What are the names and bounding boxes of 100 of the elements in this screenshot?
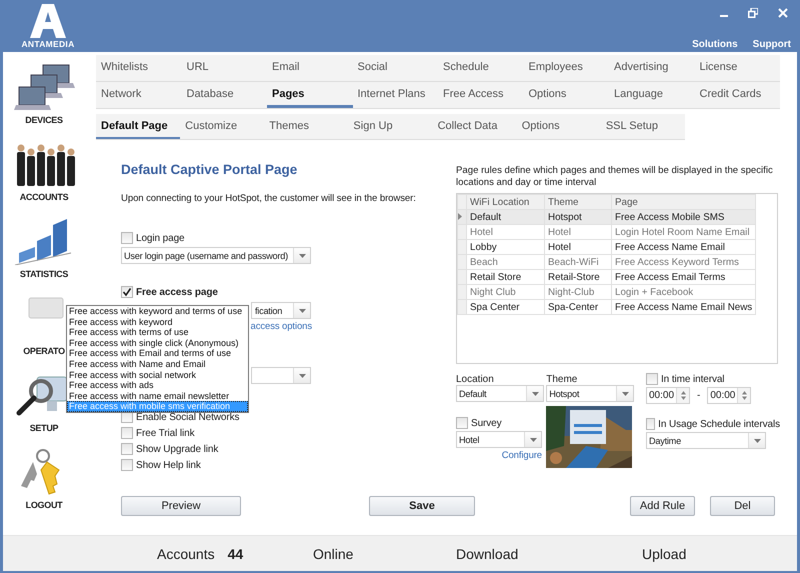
table-cell: Free Access Keyword Terms (612, 254, 756, 270)
spin-arrows-icon (742, 391, 747, 400)
configure-link[interactable]: Configure (502, 450, 542, 461)
usage-schedule-checkbox[interactable]: In Usage Schedule intervals (646, 417, 780, 431)
dropdown-option[interactable]: Free access with social network (67, 370, 248, 380)
row-pointer-icon (458, 212, 462, 220)
dropdown-option[interactable]: Free access with name email newsletter (67, 390, 248, 402)
survey-dropdown[interactable]: Hotel (456, 431, 542, 448)
time-field[interactable]: 00:00 (707, 387, 752, 404)
table-cell: Lobby (466, 240, 544, 254)
header-link[interactable]: Solutions (692, 39, 738, 50)
sub-tab[interactable]: Sign Up (348, 114, 433, 139)
theme-dropdown[interactable]: Hotspot (546, 385, 634, 402)
table-row[interactable]: Lobby Hotel Free Access Name Email (458, 240, 756, 254)
options-link[interactable]: access options (250, 320, 312, 332)
table-cell: Login Hotel Room Name Email (612, 224, 756, 240)
location-dropdown[interactable]: Default (456, 385, 544, 402)
login-page-checkbox[interactable]: Login page (121, 231, 456, 245)
caret-icon (298, 254, 306, 258)
tab[interactable]: License (694, 55, 780, 81)
table-row[interactable]: Default Hotspot Free Access Mobile SMS (458, 210, 756, 224)
caret-icon (754, 438, 760, 442)
caret-icon (622, 392, 629, 396)
tab[interactable]: Whitelists (96, 55, 182, 81)
restore-icon[interactable] (748, 8, 758, 18)
tab[interactable]: Employees (524, 55, 609, 81)
table-cell: Hotspot (544, 210, 612, 224)
caret-icon (530, 438, 536, 442)
option-checkbox[interactable]: Show Help link (121, 458, 456, 472)
add-rule-button[interactable]: Add Rule (630, 496, 695, 516)
table-cell: Spa Center (466, 300, 544, 314)
close-icon[interactable] (778, 8, 788, 18)
tab[interactable]: Pages (267, 82, 352, 108)
dropdown-option[interactable]: Free access with ads (67, 380, 248, 391)
delete-button[interactable]: Del (710, 496, 775, 516)
preview-button[interactable]: Preview (121, 496, 241, 516)
tab[interactable]: Email (267, 55, 352, 81)
option-checkbox[interactable]: Show Upgrade link (121, 442, 456, 456)
sidebar-item[interactable]: DEVICES (25, 115, 63, 125)
table-cell: Retail Store (466, 270, 544, 284)
table-row[interactable]: Hotel Hotel Login Hotel Room Name Email (458, 224, 756, 240)
logo-icon (30, 4, 66, 38)
caret-icon (532, 392, 538, 396)
tab[interactable]: Network (96, 82, 182, 108)
option-checkbox[interactable]: Free Trial link (121, 426, 456, 440)
sub-tab[interactable]: Themes (264, 114, 348, 139)
caret-icon (298, 308, 306, 312)
free-access-dropdown[interactable]: fication (251, 302, 311, 319)
sidebar-item[interactable]: LOGOUT (26, 500, 62, 510)
table-row[interactable]: Spa Center Spa-Center Free Access Name Email News (458, 300, 756, 314)
status-value: 44 (228, 546, 244, 562)
tab[interactable]: Free Access (438, 82, 524, 108)
tab[interactable]: Advertising (609, 55, 694, 81)
separator: - (697, 390, 700, 401)
tab[interactable]: Options (524, 82, 609, 108)
sidebar-item[interactable]: SETUP (30, 423, 58, 433)
save-button[interactable]: Save (369, 496, 475, 516)
spin-arrows-icon (680, 391, 686, 400)
schedule-dropdown[interactable]: Daytime (646, 432, 766, 449)
dropdown-option[interactable]: Free access with single click (Anonymous) (67, 338, 248, 348)
tab[interactable]: Schedule (438, 55, 524, 81)
sidebar-item[interactable]: OPERATO (23, 346, 65, 356)
column-header: Page (612, 194, 756, 210)
status-label: Upload (642, 546, 686, 562)
keys-icon (21, 449, 60, 495)
table-cell: Free Access Name Email (612, 240, 756, 254)
column-header: WiFi Location (466, 194, 544, 210)
dropdown-option[interactable]: Free access with terms of use (67, 327, 248, 338)
sub-tab[interactable]: Collect Data (432, 114, 517, 139)
dropdown-option[interactable]: Free access with Email and terms of use (67, 348, 248, 359)
tab[interactable]: Database (182, 82, 267, 108)
free-access-checkbox[interactable]: Free access page (121, 285, 456, 299)
tab[interactable]: Social (352, 55, 438, 81)
table-row[interactable]: Retail Store Retail-Store Free Access Email Terms (458, 270, 756, 284)
sub-tab[interactable]: Customize (180, 114, 264, 139)
section-title: Default Captive Portal Page (121, 162, 298, 177)
survey-checkbox[interactable]: Survey (456, 416, 546, 430)
table-cell: Spa-Center (544, 300, 612, 314)
time-interval-checkbox[interactable]: In time interval (646, 372, 780, 386)
login-page-dropdown[interactable]: User login page (username and password) (121, 247, 311, 264)
sub-tab[interactable]: Default Page (96, 114, 180, 139)
status-label: Online (313, 546, 354, 562)
dropdown-option[interactable]: Free access with Name and Email (67, 358, 248, 370)
sidebar-item[interactable]: STATISTICS (20, 269, 68, 279)
tab[interactable]: Credit Cards (694, 82, 780, 108)
check-icon (122, 287, 132, 297)
status-label: Accounts (157, 546, 215, 562)
time-field[interactable]: 00:00 (646, 387, 690, 404)
tab[interactable]: URL (182, 55, 267, 81)
table-row[interactable]: Beach Beach-WiFi Free Access Keyword Terms (458, 254, 756, 270)
dropdown-option[interactable]: Free access with keyword and terms of use (67, 306, 248, 317)
sidebar-item[interactable]: ACCOUNTS (20, 192, 68, 202)
sub-tab[interactable]: SSL Setup (600, 114, 685, 139)
table-row[interactable]: Night Club Night-Club Login + Facebook (458, 284, 756, 300)
dropdown-option[interactable]: Free access with keyword (67, 316, 248, 328)
tab[interactable]: Internet Plans (352, 82, 438, 108)
header-link[interactable]: Support (752, 39, 791, 50)
sub-tab[interactable]: Options (516, 114, 601, 139)
tab[interactable]: Language (609, 82, 694, 108)
table-cell: Retail-Store (544, 270, 612, 284)
